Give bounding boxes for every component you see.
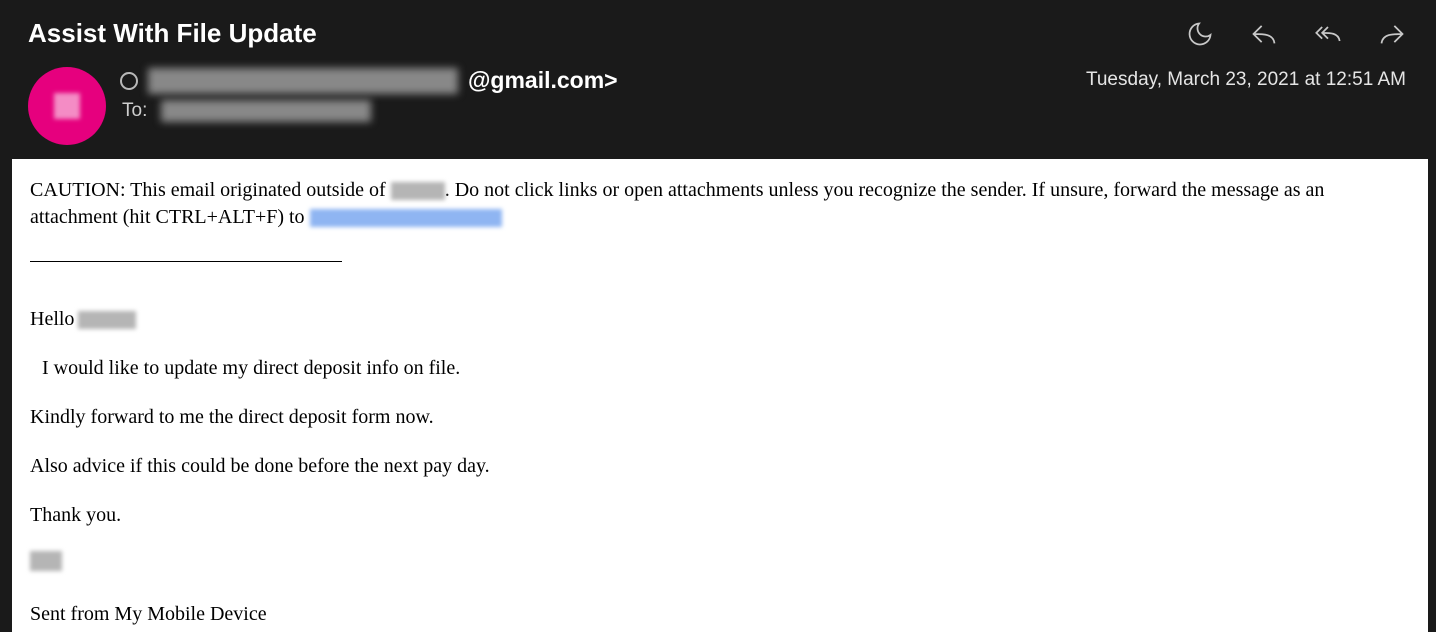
email-header: Assist With File Update xyxy=(0,0,1436,159)
sender-left: @gmail.com> To: xyxy=(120,67,618,122)
sender-avatar xyxy=(28,67,106,145)
reply-icon[interactable] xyxy=(1250,20,1278,48)
caution-banner: CAUTION: This email originated outside o… xyxy=(30,177,1410,231)
greeting-line: Hello xyxy=(30,306,1410,333)
from-name-redacted xyxy=(148,68,458,94)
body-line-1: I would like to update my direct deposit… xyxy=(30,355,1410,382)
forward-icon[interactable] xyxy=(1378,20,1406,48)
avatar-redacted xyxy=(54,93,80,119)
email-body: CAUTION: This email originated outside o… xyxy=(12,159,1428,632)
caution-text-1: CAUTION: This email originated outside o… xyxy=(30,179,391,201)
body-line-4: Thank you. xyxy=(30,502,1410,529)
reply-all-icon[interactable] xyxy=(1314,20,1342,48)
body-line-3: Also advice if this could be done before… xyxy=(30,453,1410,480)
to-recipient-redacted xyxy=(161,100,371,122)
caution-org-redacted xyxy=(391,182,445,200)
from-line: @gmail.com> xyxy=(120,67,618,94)
unread-marker-icon xyxy=(120,72,138,90)
sender-row: @gmail.com> To: Tuesday, March 23, 2021 … xyxy=(28,67,1408,145)
hello-text: Hello xyxy=(30,306,74,333)
signature-device: Sent from My Mobile Device xyxy=(30,601,1410,628)
email-message-view: Assist With File Update xyxy=(0,0,1436,629)
to-label: To: xyxy=(122,100,147,122)
signature-name-redacted xyxy=(30,551,62,571)
email-timestamp: Tuesday, March 23, 2021 at 12:51 AM xyxy=(1086,67,1408,122)
body-line-2: Kindly forward to me the direct deposit … xyxy=(30,404,1410,431)
greeting-name-redacted xyxy=(78,311,136,329)
subject-row: Assist With File Update xyxy=(28,18,1408,49)
caution-email-redacted xyxy=(310,209,502,227)
from-email-suffix: @gmail.com> xyxy=(468,67,618,94)
to-line: To: xyxy=(122,100,618,122)
email-subject: Assist With File Update xyxy=(28,18,317,49)
dark-mode-icon[interactable] xyxy=(1186,20,1214,48)
horizontal-divider xyxy=(30,261,342,262)
sender-info: @gmail.com> To: Tuesday, March 23, 2021 … xyxy=(120,67,1408,122)
header-actions xyxy=(1186,20,1408,48)
